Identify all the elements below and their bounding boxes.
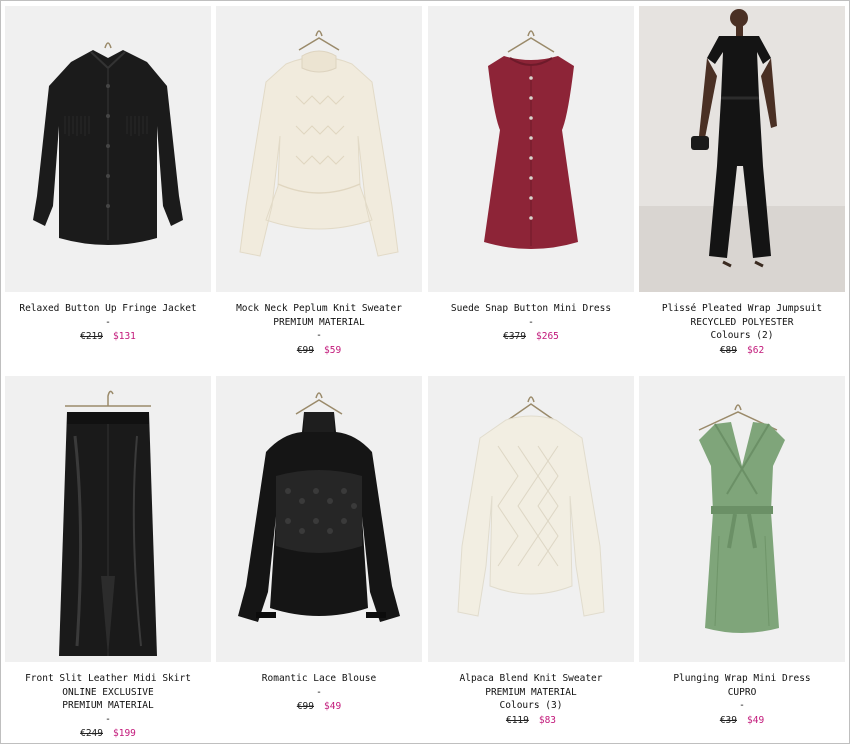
price-row: €89 $62 — [639, 344, 845, 358]
product-name[interactable]: Alpaca Blend Knit Sweater — [428, 672, 634, 686]
product-info: Plissé Pleated Wrap Jumpsuit RECYCLED PO… — [639, 302, 845, 357]
product-dash: - — [316, 686, 322, 698]
product-image[interactable] — [639, 6, 845, 292]
product-dash: - — [105, 713, 111, 725]
product-name[interactable]: Suede Snap Button Mini Dress — [428, 302, 634, 316]
product-image[interactable] — [216, 376, 422, 662]
original-price: €39 — [719, 714, 737, 726]
product-image[interactable] — [216, 6, 422, 292]
product-info: Alpaca Blend Knit Sweater PREMIUM MATERI… — [428, 672, 634, 727]
product-dash: - — [316, 330, 322, 341]
product-name[interactable]: Plunging Wrap Mini Dress — [639, 672, 845, 686]
original-price: €89 — [719, 344, 737, 356]
product-name[interactable]: Relaxed Button Up Fringe Jacket — [5, 302, 211, 316]
sale-price: $59 — [324, 344, 342, 356]
product-name[interactable]: Front Slit Leather Midi Skirt — [5, 672, 211, 686]
original-price: €119 — [505, 714, 529, 726]
product-name[interactable]: Plissé Pleated Wrap Jumpsuit — [639, 302, 845, 316]
price-row: €249 $199 — [5, 727, 211, 741]
product-info: Relaxed Button Up Fringe Jacket - €219 $1… — [5, 302, 211, 344]
product-badge: PREMIUM MATERIAL — [62, 700, 154, 711]
product-name[interactable]: Mock Neck Peplum Knit Sweater — [216, 302, 422, 316]
price-row: €379 $265 — [428, 330, 634, 344]
product-colours-link[interactable]: Colours (2) — [639, 329, 845, 343]
product-info: Suede Snap Button Mini Dress - €379 $265 — [428, 302, 634, 344]
product-image[interactable] — [5, 376, 211, 662]
product-colours-link[interactable]: Colours (3) — [428, 699, 634, 713]
product-info: Plunging Wrap Mini Dress CUPRO - €39 $49 — [639, 672, 845, 727]
product-dash: - — [528, 316, 534, 328]
original-price: €219 — [80, 331, 103, 342]
sale-price: $49 — [324, 701, 342, 712]
product-badge: PREMIUM MATERIAL — [485, 686, 577, 698]
sale-price: $83 — [538, 714, 557, 726]
product-info: Mock Neck Peplum Knit Sweater PREMIUM MA… — [216, 302, 422, 357]
product-name[interactable]: Romantic Lace Blouse — [216, 672, 422, 686]
product-image[interactable] — [428, 6, 634, 292]
product-dash: - — [105, 316, 111, 328]
product-image[interactable] — [639, 376, 845, 662]
product-badge: ONLINE EXCLUSIVE — [62, 686, 154, 698]
original-price: €379 — [503, 331, 526, 342]
original-price: €99 — [296, 701, 314, 712]
price-row: €39 $49 — [639, 714, 845, 728]
price-row: €219 $131 — [5, 330, 211, 344]
product-info: Romantic Lace Blouse - €99 $49 — [216, 672, 422, 714]
price-row: €99 $59 — [216, 344, 422, 358]
sale-price: $265 — [536, 331, 559, 342]
sale-price: $131 — [113, 331, 136, 342]
sale-price: $199 — [113, 728, 136, 739]
product-badge: RECYCLED POLYESTER — [690, 316, 794, 328]
product-info: Front Slit Leather Midi Skirt ONLINE EXC… — [5, 672, 211, 741]
price-row: €99 $49 — [216, 700, 422, 714]
original-price: €99 — [296, 344, 314, 356]
original-price: €249 — [80, 728, 103, 739]
product-image[interactable] — [5, 6, 211, 292]
product-badge: PREMIUM MATERIAL — [273, 316, 365, 328]
product-image[interactable] — [428, 376, 634, 662]
product-badge: CUPRO — [727, 686, 757, 698]
sale-price: $49 — [747, 714, 765, 726]
price-row: €119 $83 — [428, 714, 634, 728]
product-dash: - — [739, 700, 745, 711]
sale-price: $62 — [747, 344, 765, 356]
